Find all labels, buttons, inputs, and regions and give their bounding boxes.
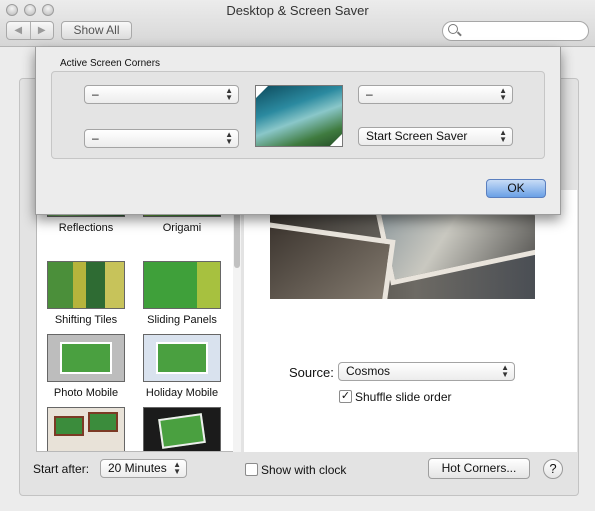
corners-preview-image xyxy=(255,85,343,147)
popup-arrows-icon: ▲ ▼ xyxy=(501,363,509,379)
list-item-label: Origami xyxy=(162,222,202,234)
search-field[interactable] xyxy=(442,21,589,41)
forward-arrow-icon[interactable]: ▶ xyxy=(31,22,54,39)
top-right-value: – xyxy=(366,87,373,101)
bottom-left-value: – xyxy=(92,131,99,145)
ken-burns-thumbnail xyxy=(143,407,221,451)
top-left-value: – xyxy=(92,87,99,101)
bottom-left-corner-popup[interactable]: – ▲ ▼ xyxy=(84,129,239,148)
window-title: Desktop & Screen Saver xyxy=(226,3,369,18)
popup-arrows-icon: ▲ ▼ xyxy=(499,128,507,144)
list-item[interactable]: Sliding Panels xyxy=(143,261,221,326)
bottom-right-value: Start Screen Saver xyxy=(366,129,468,143)
top-left-corner-popup[interactable]: – ▲ ▼ xyxy=(84,85,239,104)
start-after-label: Start after: xyxy=(33,462,90,476)
bottom-right-corner-popup[interactable]: Start Screen Saver ▲ ▼ xyxy=(358,127,513,146)
shuffle-checkbox[interactable]: ✓ xyxy=(339,390,352,403)
source-popup[interactable]: Cosmos ▲ ▼ xyxy=(338,362,515,381)
vintage-prints-thumbnail xyxy=(47,407,125,451)
shuffle-label: Shuffle slide order xyxy=(355,390,452,404)
photo-mobile-thumbnail xyxy=(47,334,125,382)
list-item-label: Reflections xyxy=(58,222,114,234)
list-item[interactable] xyxy=(47,407,125,451)
back-forward-buttons: ◀ ▶ xyxy=(6,21,54,40)
search-icon xyxy=(448,24,458,34)
source-label: Source: xyxy=(289,365,334,380)
window: Desktop & Screen Saver ◀ ▶ Show All Refl… xyxy=(0,0,595,511)
popup-arrows-icon: ▲ ▼ xyxy=(225,86,233,102)
source-value: Cosmos xyxy=(346,364,391,378)
show-clock-checkbox[interactable] xyxy=(245,463,258,476)
title-bar: Desktop & Screen Saver ◀ ▶ Show All xyxy=(0,0,595,47)
sliding-panels-thumbnail xyxy=(143,261,221,309)
list-item-label: Sliding Panels xyxy=(147,314,217,326)
hot-corners-sheet: Active Screen Corners – ▲ ▼ – ▲ ▼ – ▲ ▼ Sta… xyxy=(35,47,561,215)
list-item-label: Holiday Mobile xyxy=(145,387,219,399)
list-item[interactable]: Holiday Mobile xyxy=(143,334,221,399)
list-item-label: Shifting Tiles xyxy=(54,314,118,326)
list-item-label: Photo Mobile xyxy=(53,387,119,399)
ok-button[interactable]: OK xyxy=(486,179,546,198)
list-item[interactable]: Photo Mobile xyxy=(47,334,125,399)
holiday-mobile-thumbnail xyxy=(143,334,221,382)
shifting-tiles-thumbnail xyxy=(47,261,125,309)
preview-photo xyxy=(270,220,396,299)
show-clock-label: Show with clock xyxy=(261,463,347,477)
help-button[interactable]: ? xyxy=(543,459,563,479)
list-scrollbar[interactable] xyxy=(233,190,241,452)
list-item[interactable]: Shifting Tiles xyxy=(47,261,125,326)
scrollbar-thumb[interactable] xyxy=(234,210,240,268)
start-after-popup[interactable]: 20 Minutes ▲ ▼ xyxy=(100,459,187,478)
back-arrow-icon[interactable]: ◀ xyxy=(7,22,31,39)
start-after-value: 20 Minutes xyxy=(108,461,167,475)
bottom-right-corner-marker xyxy=(330,134,342,146)
popup-arrows-icon: ▲ ▼ xyxy=(173,460,181,476)
top-right-corner-popup[interactable]: – ▲ ▼ xyxy=(358,85,513,104)
sheet-title: Active Screen Corners xyxy=(60,58,161,69)
hot-corners-button[interactable]: Hot Corners... xyxy=(428,458,530,479)
show-all-button[interactable]: Show All xyxy=(61,21,132,40)
top-left-corner-marker xyxy=(256,86,268,98)
popup-arrows-icon: ▲ ▼ xyxy=(499,86,507,102)
popup-arrows-icon: ▲ ▼ xyxy=(225,130,233,146)
list-item[interactable] xyxy=(143,407,221,451)
screen-saver-list[interactable]: Reflections Origami Shifting Tiles Slidi… xyxy=(36,190,241,452)
